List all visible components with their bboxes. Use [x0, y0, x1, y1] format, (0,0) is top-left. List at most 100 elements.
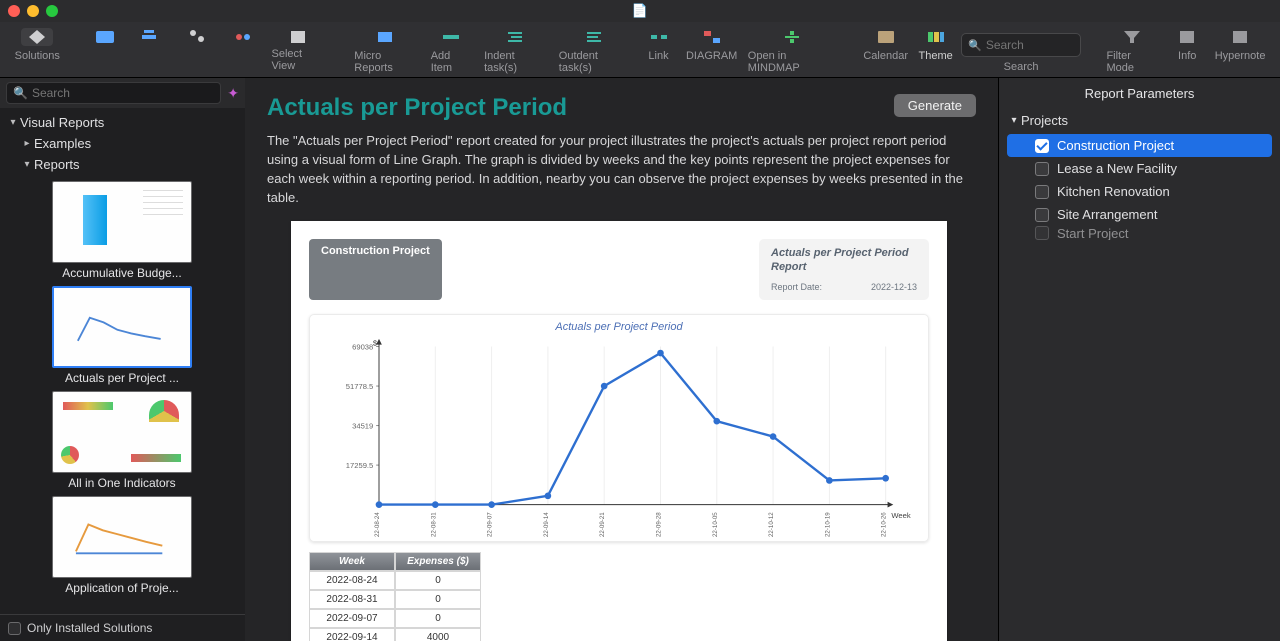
checkbox-icon[interactable]	[1035, 185, 1049, 199]
table-row: 2022-09-144000	[309, 628, 929, 641]
chevron-down-icon: ▾	[6, 117, 20, 128]
project-item[interactable]: Site Arrangement	[1007, 203, 1272, 226]
theme-button[interactable]: Theme	[913, 28, 959, 62]
report-description: The "Actuals per Project Period" report …	[267, 132, 976, 207]
solutions-button[interactable]: Solutions	[10, 28, 65, 62]
svg-text:51778.5: 51778.5	[346, 382, 374, 391]
mindmap-button[interactable]: Open in MINDMAP	[742, 28, 842, 74]
svg-text:2022-09-07: 2022-09-07	[487, 511, 494, 536]
svg-text:2022-10-05: 2022-10-05	[712, 511, 719, 536]
view-icon-5	[287, 28, 309, 46]
thumb-accumulative-budget[interactable]: Accumulative Budge...	[52, 181, 192, 280]
report-canvas: Construction Project Actuals per Project…	[291, 221, 947, 641]
view-icon-4	[232, 28, 254, 46]
info-icon	[1176, 28, 1198, 46]
project-item[interactable]: Lease a New Facility	[1007, 157, 1272, 180]
outdent-icon	[583, 28, 605, 46]
indent-icon	[504, 28, 526, 46]
indent-button[interactable]: Indent task(s)	[478, 28, 553, 74]
col-expenses: Expenses ($)	[395, 552, 481, 571]
diagram-icon	[701, 28, 723, 46]
checkbox-icon[interactable]	[1035, 139, 1049, 153]
toolbar-search[interactable]: 🔍	[961, 33, 1081, 57]
hypernote-button[interactable]: Hypernote	[1210, 28, 1270, 62]
checkbox-icon[interactable]	[1035, 162, 1049, 176]
window-minimize[interactable]	[27, 5, 39, 17]
checkbox-icon[interactable]	[8, 622, 21, 635]
chevron-down-icon: ▾	[1007, 115, 1021, 126]
project-item[interactable]: Kitchen Renovation	[1007, 180, 1272, 203]
generate-button[interactable]: Generate	[894, 94, 976, 117]
tree-examples[interactable]: ▸Examples	[2, 133, 243, 154]
table-row: 2022-08-310	[309, 590, 929, 609]
solutions-label: Solutions	[15, 50, 60, 62]
hypernote-icon	[1229, 28, 1251, 46]
tree-reports[interactable]: ▾Reports	[2, 154, 243, 175]
doc-icon: 📄	[632, 3, 648, 19]
thumb-actuals-per-project[interactable]: Actuals per Project ...	[52, 286, 192, 385]
sidebar-search[interactable]: 🔍	[6, 82, 221, 104]
select-view-label: Select View	[272, 48, 326, 72]
svg-text:17259.5: 17259.5	[346, 461, 374, 470]
checkbox-icon[interactable]	[1035, 226, 1049, 240]
magic-wand-icon[interactable]: ✦	[227, 85, 239, 102]
link-icon	[648, 28, 670, 46]
select-view-1[interactable]	[82, 28, 128, 46]
select-view-2[interactable]	[128, 28, 174, 46]
select-view-4[interactable]	[220, 28, 266, 46]
svg-text:2022-08-31: 2022-08-31	[430, 511, 437, 536]
table-row: 2022-08-240	[309, 571, 929, 590]
mindmap-icon	[781, 28, 803, 46]
project-item[interactable]: Start Project	[1007, 226, 1272, 240]
solutions-icon	[21, 28, 53, 46]
checkbox-icon[interactable]	[1035, 208, 1049, 222]
add-item-icon	[440, 28, 462, 46]
view-icon-1	[94, 28, 116, 46]
svg-text:2022-09-28: 2022-09-28	[655, 511, 662, 536]
project-item[interactable]: Construction Project	[1007, 134, 1272, 157]
search-tool[interactable]: 🔍 Search	[959, 28, 1084, 73]
line-chart: 17259.5 34519 51778.5 69038 2022-08-24 2022-0…	[320, 337, 918, 537]
chart-container: Actuals per Project Period 17259.5 34519 5…	[309, 314, 929, 542]
page-title: Actuals per Project Period	[267, 94, 567, 122]
thumb-all-in-one[interactable]: All in One Indicators	[52, 391, 192, 490]
calendar-icon	[875, 28, 897, 46]
chevron-down-icon: ▾	[20, 159, 34, 170]
select-view-5[interactable]: Select View	[266, 28, 332, 74]
project-pill: Construction Project	[309, 239, 442, 299]
search-icon: 🔍	[968, 39, 982, 52]
projects-section[interactable]: ▾ Projects	[1007, 109, 1272, 132]
outdent-button[interactable]: Outdent task(s)	[553, 28, 636, 74]
micro-reports-button[interactable]: Micro Reports	[348, 28, 424, 74]
report-info-card: Actuals per Project Period Report Report…	[759, 239, 929, 299]
svg-text:2022-10-26: 2022-10-26	[881, 511, 888, 536]
chart-title: Actuals per Project Period	[320, 321, 918, 333]
svg-text:2022-08-24: 2022-08-24	[374, 511, 381, 536]
select-view-3[interactable]	[174, 28, 220, 46]
info-button[interactable]: Info	[1164, 28, 1210, 62]
link-button[interactable]: Link	[636, 28, 682, 62]
svg-text:34519: 34519	[352, 421, 373, 430]
filter-icon	[1121, 28, 1143, 46]
view-icon-3	[186, 28, 208, 46]
thumb-application[interactable]: Application of Proje...	[52, 496, 192, 595]
svg-text:2022-10-12: 2022-10-12	[768, 511, 775, 536]
toolbar-search-input[interactable]	[986, 38, 1066, 52]
svg-text:2022-09-14: 2022-09-14	[543, 511, 550, 536]
svg-text:Week: Week	[891, 511, 911, 520]
svg-text:2022-10-19: 2022-10-19	[824, 511, 831, 536]
diagram-button[interactable]: DIAGRAM	[682, 28, 742, 62]
svg-text:2022-09-21: 2022-09-21	[599, 511, 606, 536]
calendar-button[interactable]: Calendar	[859, 28, 913, 62]
filter-button[interactable]: Filter Mode	[1100, 28, 1164, 74]
tree-visual-reports[interactable]: ▾Visual Reports	[2, 112, 243, 133]
window-close[interactable]	[8, 5, 20, 17]
col-week: Week	[309, 552, 395, 571]
table-row: 2022-09-070	[309, 609, 929, 628]
add-item-button[interactable]: Add Item	[425, 28, 478, 74]
svg-text:69038: 69038	[352, 342, 373, 351]
sidebar-search-input[interactable]	[32, 86, 214, 100]
only-installed-toggle[interactable]: Only Installed Solutions	[0, 614, 245, 641]
rpanel-header: Report Parameters	[999, 78, 1280, 109]
window-zoom[interactable]	[46, 5, 58, 17]
